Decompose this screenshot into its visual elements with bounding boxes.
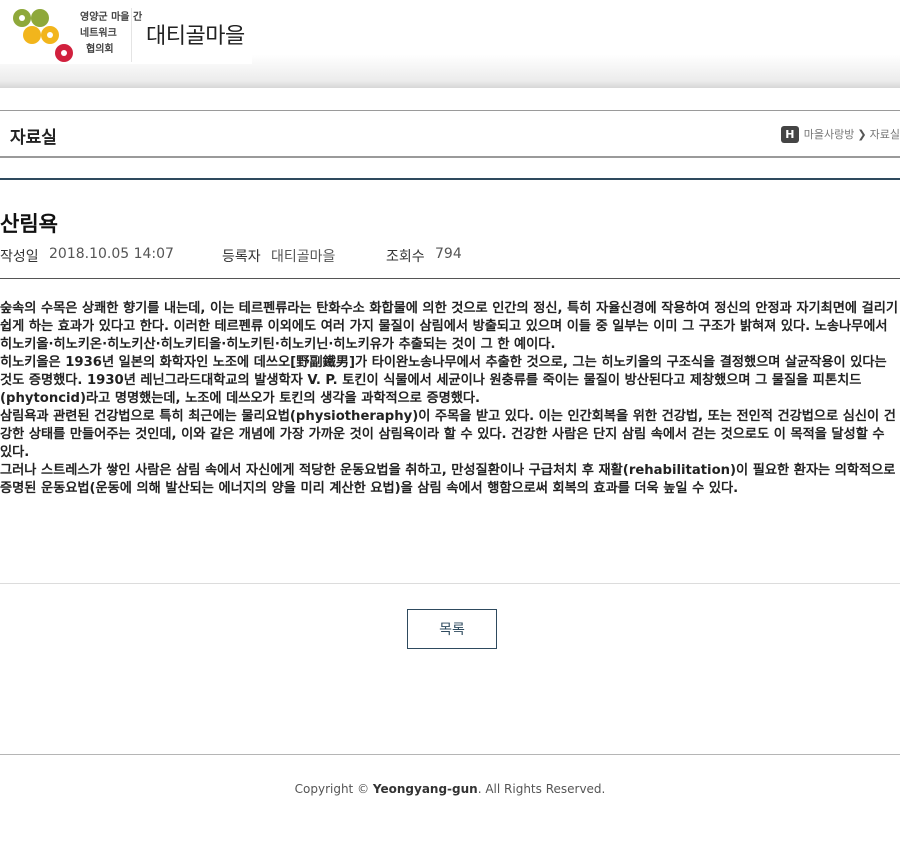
- home-icon[interactable]: H: [780, 125, 799, 143]
- content-paragraph: 숲속의 수목은 상쾌한 향기를 내는데, 이는 테르펜류라는 탄화수소 화합물에…: [0, 301, 898, 352]
- logo-line-1: 영양군 마을 간: [80, 12, 143, 23]
- network-logo-icon: [13, 9, 73, 62]
- post-title: 산림욕: [0, 212, 58, 236]
- content-divider: [0, 583, 900, 584]
- copyright-brand: Yeongyang-gun: [372, 782, 478, 796]
- site-name-link[interactable]: 대티골마을: [146, 18, 245, 50]
- section-title: 자료실: [10, 128, 57, 148]
- chevron-right-icon: ❯: [857, 127, 867, 141]
- date-value: 2018.10.05 14:07: [49, 246, 174, 262]
- footer-divider: [0, 754, 900, 755]
- footer: Copyright © Yeongyang-gun. All Rights Re…: [0, 782, 900, 796]
- author-value: 대티골마을: [271, 249, 336, 265]
- content-paragraph: 삼림욕과 관련된 건강법으로 특히 최근에는 물리요법(physiotherap…: [0, 409, 896, 460]
- section-bar: 자료실 H 마을사랑방 ❯ 자료실: [0, 110, 900, 158]
- copyright-prefix: Copyright ©: [294, 782, 373, 796]
- logo-line-2: 네트워크: [80, 28, 117, 39]
- content-paragraph: 그러나 스트레스가 쌓인 사람은 삼림 속에서 자신에게 적당한 운동요법을 취…: [0, 463, 896, 496]
- author-label: 등록자: [222, 249, 261, 265]
- date-label: 작성일: [0, 249, 39, 265]
- breadcrumb: H 마을사랑방 ❯ 자료실: [780, 125, 900, 143]
- list-button[interactable]: 목록: [407, 609, 497, 649]
- logo-text: 영양군 마을 간 네트워크 협의회: [80, 10, 142, 58]
- content-paragraph: 히노키올은 1936년 일본의 화학자인 노조에 데쓰오[野副鐵男]가 타이완노…: [0, 355, 887, 406]
- views-label: 조회수: [386, 249, 425, 265]
- logo-divider: [131, 8, 132, 62]
- copyright-suffix: . All Rights Reserved.: [477, 782, 606, 796]
- meta-divider: [0, 278, 900, 279]
- topic-divider: [0, 178, 900, 180]
- post-content: 숲속의 수목은 상쾌한 향기를 내는데, 이는 테르펜류라는 탄화수소 화합물에…: [0, 300, 900, 498]
- logo-line-3: 협의회: [86, 44, 114, 55]
- views-value: 794: [435, 246, 462, 262]
- breadcrumb-item-community[interactable]: 마을사랑방: [804, 126, 855, 142]
- site-header: 영양군 마을 간 네트워크 협의회 대티골마을: [0, 0, 900, 88]
- breadcrumb-item-archive[interactable]: 자료실: [870, 126, 900, 142]
